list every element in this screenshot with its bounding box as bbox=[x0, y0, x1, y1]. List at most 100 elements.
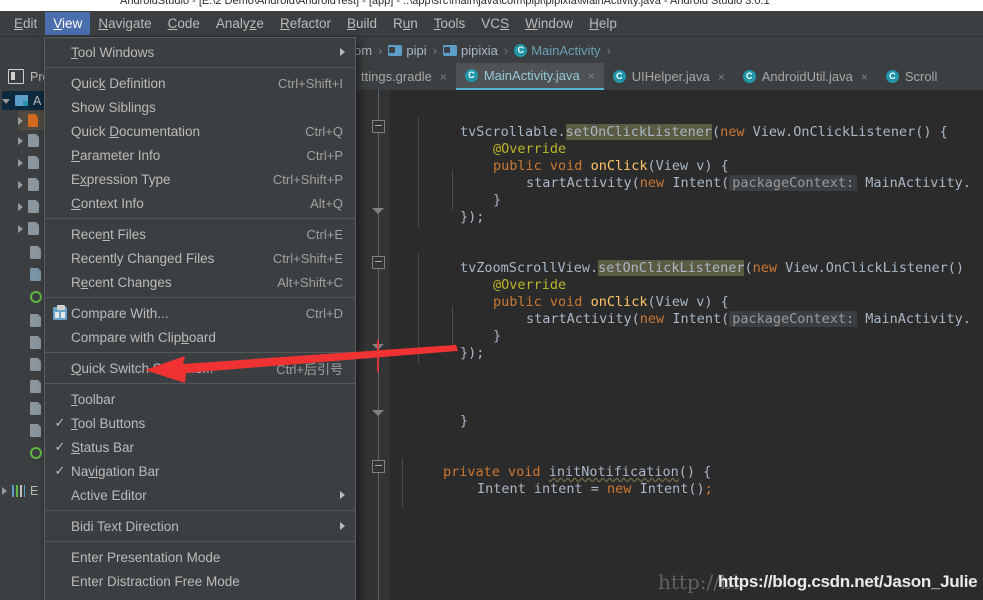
editor-tabbar[interactable]: ttings.gradle × C MainActivity.java × C UIHelp… bbox=[352, 63, 983, 91]
code-token: Intent( bbox=[664, 311, 730, 327]
menu-separator bbox=[45, 510, 355, 511]
code-token: MainActivity. bbox=[857, 175, 971, 191]
code-editor[interactable]: MainActivityinitView() tvScrollable.setO… bbox=[352, 90, 983, 600]
menubar-item-navigate[interactable]: Navigate bbox=[90, 12, 159, 35]
menu-separator bbox=[45, 352, 355, 353]
code-token: () { bbox=[678, 464, 712, 480]
menu-item-recently-changed-files[interactable]: Recently Changed Files Ctrl+Shift+E bbox=[45, 246, 355, 270]
code-text-area[interactable]: tvScrollable.setOnClickListener(new View… bbox=[390, 90, 983, 600]
tree-row-external[interactable]: E bbox=[2, 481, 38, 500]
code-token: public bbox=[493, 158, 542, 174]
menu-item-bidi-text-direction[interactable]: Bidi Text Direction bbox=[45, 514, 355, 538]
code-token: ( bbox=[744, 260, 753, 276]
breadcrumb-item-pipi[interactable]: pipi bbox=[386, 43, 428, 58]
code-line: } bbox=[493, 192, 501, 209]
main-menubar[interactable]: Edit View Navigate Code Analyze Refactor Build… bbox=[0, 11, 983, 37]
tree-row[interactable] bbox=[18, 219, 44, 238]
code-token: void bbox=[549, 158, 583, 174]
chevron-right-icon[interactable] bbox=[18, 158, 23, 167]
menubar-item-window[interactable]: Window bbox=[517, 12, 581, 35]
menubar-item-view[interactable]: View bbox=[45, 12, 91, 35]
chevron-right-icon[interactable] bbox=[18, 224, 23, 233]
chevron-right-icon[interactable] bbox=[18, 202, 23, 211]
menu-item-recent-files[interactable]: Recent Files Ctrl+E bbox=[45, 222, 355, 246]
editor-marker-scrollbar[interactable] bbox=[971, 90, 983, 600]
android-studio-window: AndroidStudio - [E:\2 Demo\Android\Andro… bbox=[0, 0, 983, 600]
menu-item-shortcut: Ctrl+E bbox=[306, 226, 343, 242]
menubar-item-vcs[interactable]: VCS bbox=[473, 12, 517, 35]
menu-item-status-bar[interactable]: ✓ Status Bar bbox=[45, 435, 355, 459]
chevron-right-icon[interactable] bbox=[18, 116, 23, 125]
file-icon bbox=[30, 246, 41, 259]
close-icon[interactable]: × bbox=[861, 70, 868, 84]
menu-item-toolbar[interactable]: Toolbar bbox=[45, 387, 355, 411]
menu-item-show-siblings[interactable]: Show Siblings bbox=[45, 95, 355, 119]
close-icon[interactable]: × bbox=[588, 69, 595, 83]
menu-item-active-editor[interactable]: Active Editor bbox=[45, 483, 355, 507]
chevron-right-icon[interactable] bbox=[18, 136, 23, 145]
breadcrumb[interactable]: om › pipi › pipixia › C MainActivity › bbox=[352, 43, 615, 58]
menu-item-enter-full-screen[interactable]: Enter Full Screen bbox=[45, 593, 355, 600]
menu-item-enter-distraction-free-mode[interactable]: Enter Distraction Free Mode bbox=[45, 569, 355, 593]
menu-item-quick-definition[interactable]: Quick Definition Ctrl+Shift+I bbox=[45, 71, 355, 95]
menu-item-compare-with[interactable]: Compare With... Ctrl+D bbox=[45, 301, 355, 325]
menu-item-expression-type[interactable]: Expression Type Ctrl+Shift+P bbox=[45, 167, 355, 191]
code-line: private void initNotification() { bbox=[443, 464, 711, 481]
fold-collapse-icon[interactable] bbox=[372, 120, 385, 133]
close-icon[interactable]: × bbox=[440, 70, 447, 84]
menu-item-label: Compare With... bbox=[71, 305, 169, 321]
editor-tab-ttings-gradle[interactable]: ttings.gradle × bbox=[352, 63, 456, 90]
menu-item-label: Enter Presentation Mode bbox=[71, 549, 221, 565]
menubar-item-refactor[interactable]: Refactor bbox=[272, 12, 339, 35]
menu-item-navigation-bar[interactable]: ✓ Navigation Bar bbox=[45, 459, 355, 483]
tree-row-label: E bbox=[30, 483, 39, 498]
menubar-item-tools[interactable]: Tools bbox=[426, 12, 474, 35]
fold-collapse-icon[interactable] bbox=[372, 256, 385, 269]
editor-tab-mainactivity-java[interactable]: C MainActivity.java × bbox=[455, 63, 604, 90]
window-title: AndroidStudio - [E:\2 Demo\Android\Andro… bbox=[120, 0, 770, 7]
code-token: ( bbox=[711, 124, 721, 140]
code-line: startActivity(new Intent(packageContext:… bbox=[526, 311, 983, 328]
menu-item-enter-presentation-mode[interactable]: Enter Presentation Mode bbox=[45, 545, 355, 569]
menu-item-parameter-info[interactable]: Parameter Info Ctrl+P bbox=[45, 143, 355, 167]
menu-item-label: Toolbar bbox=[71, 391, 116, 407]
close-icon[interactable]: × bbox=[718, 70, 725, 84]
editor-tab-androidutil-java[interactable]: C AndroidUtil.java × bbox=[734, 63, 877, 90]
menu-item-recent-changes[interactable]: Recent Changes Alt+Shift+C bbox=[45, 270, 355, 294]
view-menu-dropdown[interactable]: Tool Windows Quick Definition Ctrl+Shift+I… bbox=[44, 37, 356, 600]
tree-row[interactable] bbox=[18, 175, 44, 194]
breadcrumb-item-pipixia[interactable]: pipixia bbox=[441, 43, 500, 58]
menu-item-quick-documentation[interactable]: Quick Documentation Ctrl+Q bbox=[45, 119, 355, 143]
chevron-right-icon[interactable] bbox=[18, 180, 23, 189]
chevron-right-icon[interactable] bbox=[2, 486, 7, 495]
tree-row[interactable] bbox=[18, 131, 44, 150]
tree-row[interactable] bbox=[18, 153, 44, 172]
submenu-chevron-icon bbox=[340, 48, 345, 56]
fold-collapse-icon[interactable] bbox=[372, 460, 385, 473]
menubar-item-run[interactable]: Run bbox=[385, 12, 426, 35]
menu-item-tool-buttons[interactable]: ✓ Tool Buttons bbox=[45, 411, 355, 435]
file-icon bbox=[28, 222, 39, 235]
menubar-item-analyze[interactable]: Analyze bbox=[208, 12, 272, 35]
code-token: setOnClickListener bbox=[598, 260, 745, 276]
code-token: @Override bbox=[493, 141, 567, 157]
editor-tab-scroll[interactable]: C Scroll bbox=[877, 63, 947, 90]
menubar-item-build[interactable]: Build bbox=[339, 12, 385, 35]
breadcrumb-separator: › bbox=[503, 43, 509, 58]
editor-tab-uihelper-java[interactable]: C UIHelper.java × bbox=[604, 63, 734, 90]
menu-item-label: Expression Type bbox=[71, 171, 171, 187]
breadcrumb-item-mainactivity[interactable]: C MainActivity bbox=[512, 43, 602, 58]
menu-item-label: Recent Changes bbox=[71, 274, 172, 290]
menu-item-compare-with-clipboard[interactable]: Compare with Clipboard bbox=[45, 325, 355, 349]
menubar-item-edit[interactable]: Edit bbox=[6, 12, 45, 35]
menu-item-context-info[interactable]: Context Info Alt+Q bbox=[45, 191, 355, 215]
menubar-item-help[interactable]: Help bbox=[581, 12, 625, 35]
editor-gutter[interactable] bbox=[352, 90, 390, 600]
chevron-down-icon[interactable] bbox=[2, 99, 10, 104]
menubar-item-code[interactable]: Code bbox=[160, 12, 208, 35]
code-token: } bbox=[493, 328, 502, 344]
menu-item-tool-windows[interactable]: Tool Windows bbox=[45, 40, 355, 64]
tree-row[interactable] bbox=[18, 197, 44, 216]
menu-item-quick-switch-scheme[interactable]: Quick Switch Scheme... Ctrl+后引号 bbox=[45, 356, 355, 380]
